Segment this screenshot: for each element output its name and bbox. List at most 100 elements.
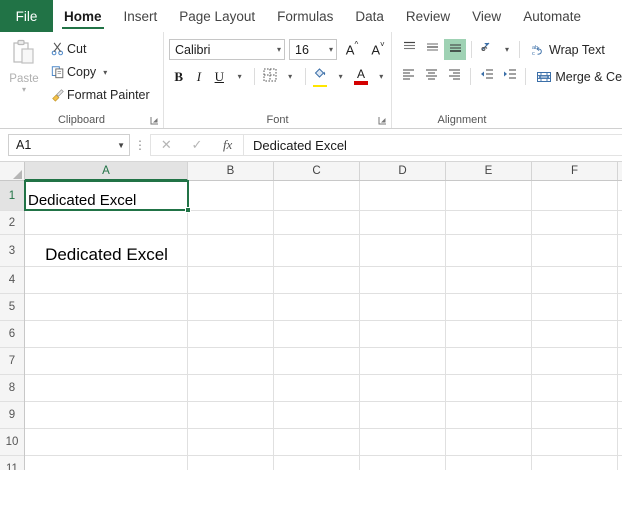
tab-review[interactable]: Review <box>395 0 461 32</box>
cell-d10[interactable] <box>360 429 446 455</box>
cell-g3[interactable] <box>618 235 622 266</box>
cell-d8[interactable] <box>360 375 446 401</box>
tab-data[interactable]: Data <box>344 0 395 32</box>
borders-button[interactable] <box>260 66 279 87</box>
cell-f4[interactable] <box>532 267 618 293</box>
cell-g11[interactable] <box>618 456 622 470</box>
wrap-text-button[interactable]: ab c Wrap Text <box>525 43 604 57</box>
cell-g6[interactable] <box>618 321 622 347</box>
bold-button[interactable]: B <box>169 66 188 87</box>
row-header-10[interactable]: 10 <box>0 429 24 456</box>
underline-button[interactable]: U <box>210 66 229 87</box>
align-top-button[interactable] <box>398 39 420 60</box>
tab-page-layout[interactable]: Page Layout <box>168 0 266 32</box>
cell-b5[interactable] <box>188 294 274 320</box>
row-header-11[interactable]: 11 <box>0 456 24 470</box>
cell-a10[interactable] <box>25 429 188 455</box>
cell-c6[interactable] <box>274 321 360 347</box>
orientation-button[interactable] <box>477 39 499 60</box>
decrease-indent-button[interactable] <box>476 66 498 87</box>
copy-button[interactable]: Copy ▾ <box>48 62 154 82</box>
cell-e5[interactable] <box>446 294 532 320</box>
cell-f9[interactable] <box>532 402 618 428</box>
cell-f1[interactable] <box>532 181 618 210</box>
cell-f6[interactable] <box>532 321 618 347</box>
column-header-d[interactable]: D <box>360 162 446 180</box>
formula-input[interactable]: Dedicated Excel <box>244 134 622 156</box>
cell-a1[interactable]: Dedicated Excel <box>25 181 188 210</box>
cell-f10[interactable] <box>532 429 618 455</box>
cell-g5[interactable] <box>618 294 622 320</box>
column-header-a[interactable]: A <box>25 162 188 181</box>
cell-d11[interactable] <box>360 456 446 470</box>
cell-f5[interactable] <box>532 294 618 320</box>
cut-button[interactable]: Cut <box>48 39 154 59</box>
column-header-e[interactable]: E <box>446 162 532 180</box>
clipboard-dialog-launcher[interactable] <box>150 116 159 125</box>
cell-a6[interactable] <box>25 321 188 347</box>
cell-g8[interactable] <box>618 375 622 401</box>
cell-b2[interactable] <box>188 211 274 234</box>
cell-b7[interactable] <box>188 348 274 374</box>
cell-b1[interactable] <box>188 181 274 210</box>
cell-d7[interactable] <box>360 348 446 374</box>
cell-d4[interactable] <box>360 267 446 293</box>
cell-e7[interactable] <box>446 348 532 374</box>
column-header-f[interactable]: F <box>532 162 618 180</box>
row-header-9[interactable]: 9 <box>0 402 24 429</box>
cell-c3[interactable] <box>274 235 360 266</box>
cell-e1[interactable] <box>446 181 532 210</box>
underline-dropdown[interactable]: ▾ <box>230 66 249 87</box>
align-bottom-button[interactable] <box>444 39 466 60</box>
cell-g7[interactable] <box>618 348 622 374</box>
cell-b9[interactable] <box>188 402 274 428</box>
tab-view[interactable]: View <box>461 0 512 32</box>
align-right-button[interactable] <box>443 66 465 87</box>
cell-c10[interactable] <box>274 429 360 455</box>
cell-a9[interactable] <box>25 402 188 428</box>
orientation-dropdown[interactable]: ▾ <box>500 39 514 60</box>
cell-e4[interactable] <box>446 267 532 293</box>
row-header-3[interactable]: 3 <box>0 235 24 267</box>
cell-b10[interactable] <box>188 429 274 455</box>
merge-and-center-button[interactable]: Merge & Ce <box>531 70 622 84</box>
cell-c2[interactable] <box>274 211 360 234</box>
cell-d9[interactable] <box>360 402 446 428</box>
cell-a11[interactable] <box>25 456 188 470</box>
align-left-button[interactable] <box>398 66 420 87</box>
cell-c1[interactable] <box>274 181 360 210</box>
tab-automate[interactable]: Automate <box>512 0 592 32</box>
name-box[interactable]: A1 ▼ <box>8 134 130 156</box>
chevron-down-icon[interactable]: ▾ <box>103 68 107 77</box>
row-header-6[interactable]: 6 <box>0 321 24 348</box>
insert-function-button[interactable]: fx <box>213 137 243 153</box>
decrease-font-size-button[interactable]: A˅ <box>367 39 389 60</box>
column-header-c[interactable]: C <box>274 162 360 180</box>
fill-color-dropdown[interactable]: ▾ <box>331 66 350 87</box>
cell-c8[interactable] <box>274 375 360 401</box>
cell-a8[interactable] <box>25 375 188 401</box>
cell-g10[interactable] <box>618 429 622 455</box>
tab-home[interactable]: Home <box>53 0 113 32</box>
font-color-button[interactable]: A <box>351 66 370 87</box>
cell-g9[interactable] <box>618 402 622 428</box>
row-header-8[interactable]: 8 <box>0 375 24 402</box>
cell-a5[interactable] <box>25 294 188 320</box>
cell-a7[interactable] <box>25 348 188 374</box>
cell-a2[interactable] <box>25 211 188 234</box>
cell-d1[interactable] <box>360 181 446 210</box>
cell-b11[interactable] <box>188 456 274 470</box>
cell-e2[interactable] <box>446 211 532 234</box>
cell-a3[interactable]: Dedicated Excel <box>25 235 188 266</box>
tab-file[interactable]: File <box>0 0 53 32</box>
cell-d6[interactable] <box>360 321 446 347</box>
fill-color-button[interactable] <box>311 66 330 87</box>
row-header-2[interactable]: 2 <box>0 211 24 235</box>
borders-dropdown[interactable]: ▾ <box>280 66 299 87</box>
row-header-7[interactable]: 7 <box>0 348 24 375</box>
cell-g4[interactable] <box>618 267 622 293</box>
cell-c11[interactable] <box>274 456 360 470</box>
cell-d2[interactable] <box>360 211 446 234</box>
row-header-5[interactable]: 5 <box>0 294 24 321</box>
cell-d3[interactable] <box>360 235 446 266</box>
